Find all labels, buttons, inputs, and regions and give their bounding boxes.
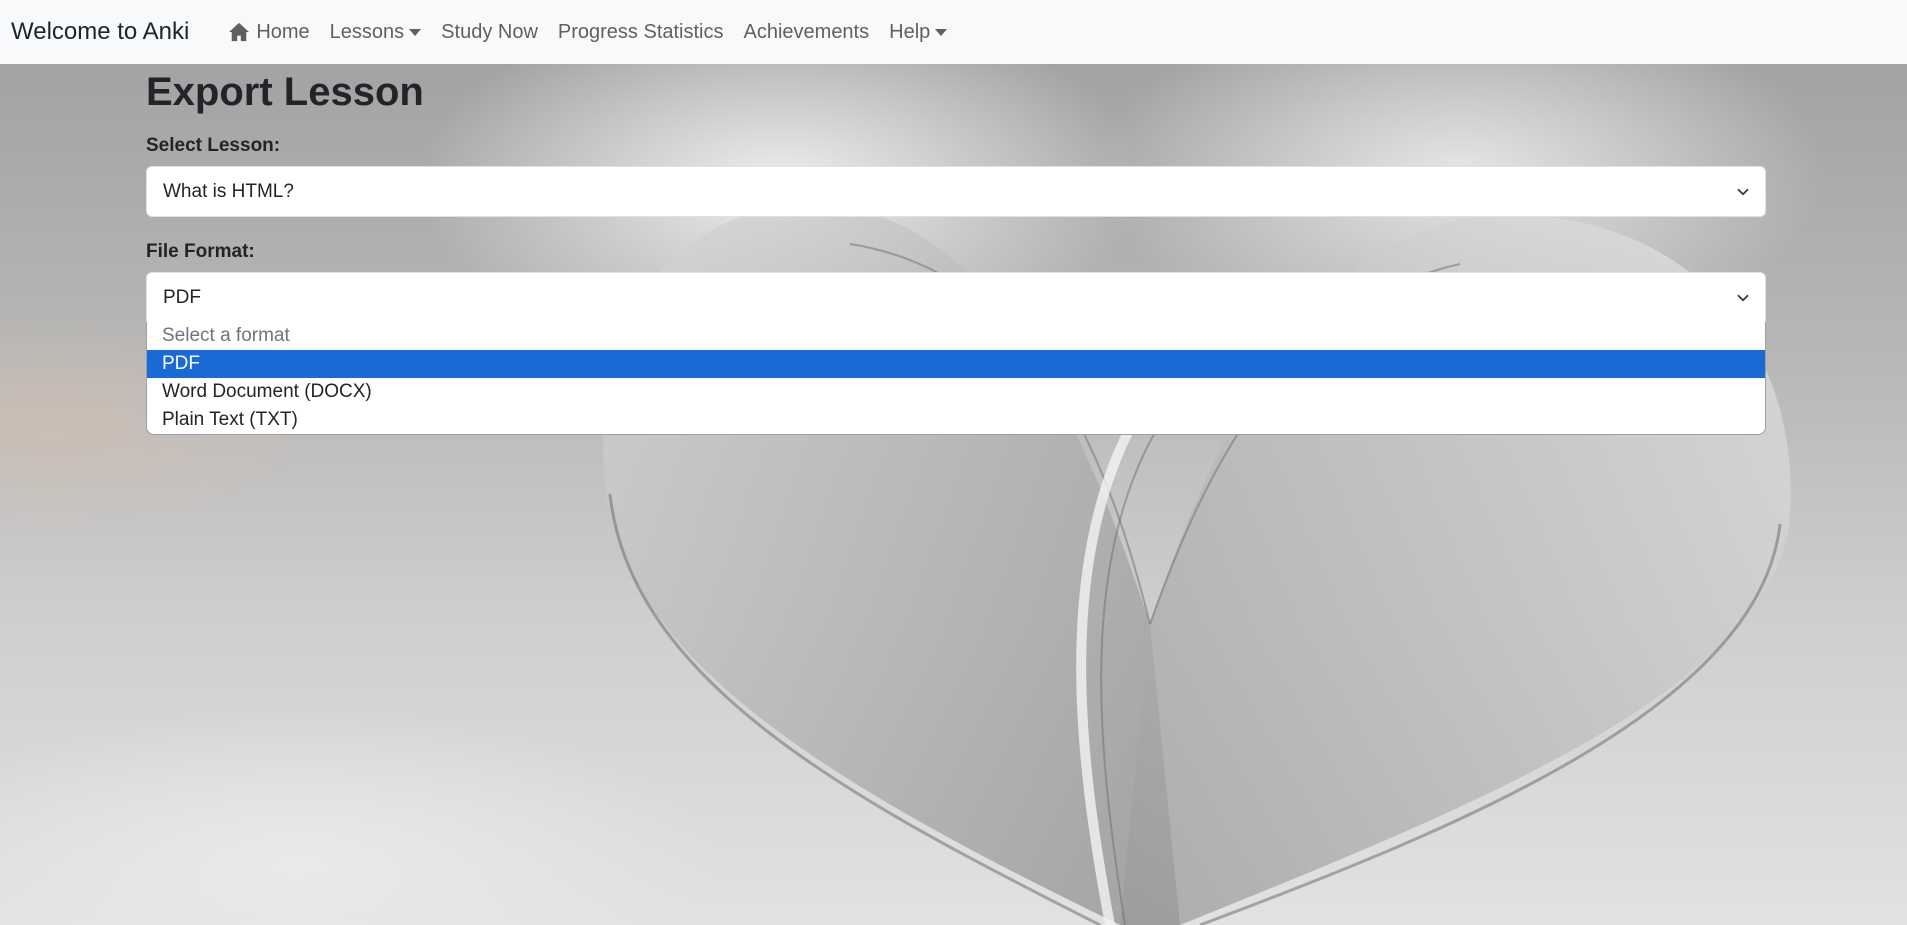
format-select-value: PDF — [163, 286, 201, 308]
format-option-txt[interactable]: Plain Text (TXT) — [147, 406, 1765, 434]
caret-down-icon — [409, 28, 422, 36]
format-option-placeholder[interactable]: Select a format — [147, 322, 1765, 350]
nav-lessons-dropdown[interactable]: Lessons — [320, 21, 432, 44]
nav-achievements-label: Achievements — [743, 20, 870, 43]
lesson-select[interactable]: What is HTML? — [146, 166, 1766, 217]
top-navbar: Welcome to Anki Home Lessons Study Now P… — [0, 0, 1907, 64]
nav-home[interactable]: Home — [218, 21, 319, 44]
nav-study-now-label: Study Now — [441, 20, 538, 43]
chevron-down-icon — [1737, 188, 1749, 195]
nav-lessons-label: Lessons — [329, 20, 405, 43]
lesson-select-value: What is HTML? — [163, 180, 294, 202]
format-select-label: File Format: — [146, 241, 255, 262]
page-title: Export Lesson — [146, 70, 424, 114]
format-options-list: Select a format PDF Word Document (DOCX)… — [146, 322, 1766, 435]
caret-down-icon — [935, 28, 948, 36]
nav-help-label: Help — [889, 20, 931, 43]
chevron-down-icon — [1737, 294, 1749, 301]
format-option-docx[interactable]: Word Document (DOCX) — [147, 378, 1765, 406]
nav-study-now[interactable]: Study Now — [431, 21, 548, 44]
format-select[interactable]: PDF — [146, 272, 1766, 323]
format-option-pdf[interactable]: PDF — [147, 350, 1765, 378]
nav-progress-statistics-label: Progress Statistics — [557, 20, 724, 43]
lesson-select-label: Select Lesson: — [146, 135, 281, 156]
brand-link[interactable]: Welcome to Anki — [11, 18, 189, 46]
home-icon — [229, 22, 250, 42]
nav-progress-statistics[interactable]: Progress Statistics — [548, 21, 734, 44]
nav-home-label: Home — [256, 20, 310, 43]
nav-achievements[interactable]: Achievements — [734, 21, 880, 44]
nav-help-dropdown[interactable]: Help — [879, 21, 957, 44]
export-lesson-form: Export Lesson Select Lesson: What is HTM… — [146, 64, 1766, 435]
